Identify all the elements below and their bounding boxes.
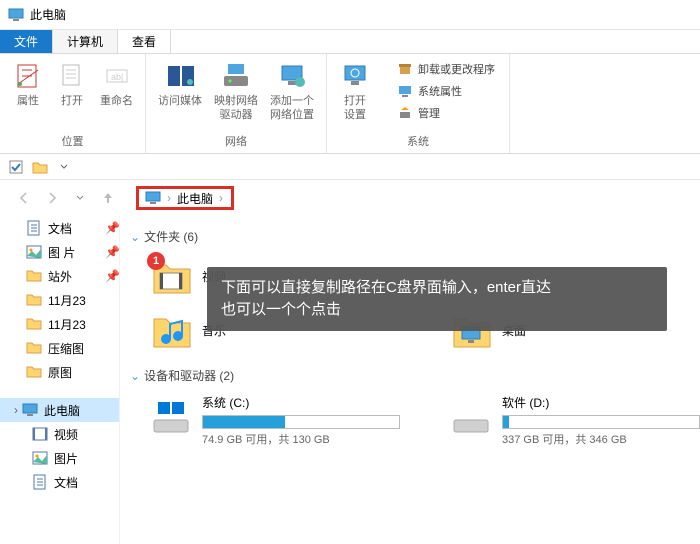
drive-space: 74.9 GB 可用，共 130 GB: [202, 431, 400, 447]
pic-icon: [26, 244, 42, 260]
ribbon-group-system: 打开 设置 卸载或更改程序 系统属性 管理 系统: [327, 54, 510, 153]
expand-icon[interactable]: ›: [14, 403, 18, 417]
access-media-button[interactable]: 访问媒体: [152, 58, 208, 133]
drive-space: 337 GB 可用，共 346 GB: [502, 431, 700, 447]
uninstall-programs-button[interactable]: 卸载或更改程序: [391, 58, 501, 80]
media-server-icon: [164, 60, 196, 92]
drive-icon: [450, 394, 492, 436]
system-props-icon: [397, 83, 413, 99]
pic-icon: [32, 450, 48, 466]
ribbon-group-location: 属性 打开 ab| 重命名 位置: [0, 54, 146, 153]
chevron-right-icon[interactable]: ›: [217, 191, 225, 205]
folder-icon: [26, 268, 42, 284]
doc-icon: [26, 220, 42, 236]
quick-access-toolbar: [0, 154, 700, 180]
pin-icon: 📌: [105, 221, 115, 235]
drive-name: 系统 (C:): [202, 394, 400, 411]
ribbon-group-label: 系统: [327, 133, 509, 153]
drive-c[interactable]: 系统 (C:) 74.9 GB 可用，共 130 GB: [150, 388, 400, 453]
network-location-icon: [276, 60, 308, 92]
system-properties-button[interactable]: 系统属性: [391, 80, 501, 102]
badge: 1: [147, 252, 165, 270]
doc-icon: [32, 474, 48, 490]
tab-view[interactable]: 查看: [118, 30, 171, 53]
ribbon-group-label: 位置: [0, 133, 145, 153]
sidebar-item-pictures[interactable]: 图片: [0, 446, 119, 470]
drive-d[interactable]: 软件 (D:) 337 GB 可用，共 346 GB: [450, 388, 700, 453]
uninstall-icon: [397, 61, 413, 77]
window-title: 此电脑: [30, 6, 66, 23]
section-folders-header[interactable]: ⌄ 文件夹 (6): [130, 224, 700, 249]
pin-icon: 📌: [105, 269, 115, 283]
sidebar-item[interactable]: 站外📌: [0, 264, 119, 288]
instruction-tooltip: 下面可以直接复制路径在C盘界面输入，enter直达 也可以一个个点击: [207, 267, 667, 331]
sidebar-item[interactable]: 压缩图: [0, 336, 119, 360]
qat-checkbox[interactable]: [6, 157, 26, 177]
properties-button[interactable]: 属性: [6, 58, 50, 133]
sidebar-item[interactable]: 11月23: [0, 288, 119, 312]
settings-icon: [339, 60, 371, 92]
usage-bar: [202, 415, 400, 429]
map-drive-button[interactable]: 映射网络 驱动器: [208, 58, 264, 133]
music-folder-icon: [150, 309, 192, 351]
thispc-icon: [145, 190, 161, 206]
usage-bar: [502, 415, 700, 429]
sidebar-item-thispc[interactable]: ›此电脑: [0, 398, 119, 422]
folder-icon: [26, 292, 42, 308]
drive-name: 软件 (D:): [502, 394, 700, 411]
sidebar-item-documents[interactable]: 文档📌: [0, 216, 119, 240]
ribbon-group-label: 网络: [146, 133, 326, 153]
thispc-icon: [22, 402, 38, 418]
breadcrumb-part[interactable]: 此电脑: [173, 190, 217, 207]
rename-button[interactable]: ab| 重命名: [94, 58, 139, 133]
add-network-location-button[interactable]: 添加一个 网络位置: [264, 58, 320, 133]
titlebar: 此电脑: [0, 0, 700, 30]
folder-icon: [26, 364, 42, 380]
chevron-right-icon[interactable]: ›: [165, 191, 173, 205]
thispc-icon: [8, 7, 24, 23]
manage-icon: [397, 105, 413, 121]
sidebar: 文档📌 图 片📌 站外📌 11月23 11月23 压缩图 原图 ›此电脑 视频 …: [0, 216, 120, 544]
map-drive-icon: [220, 60, 252, 92]
ribbon-tabs: 文件 计算机 查看: [0, 30, 700, 54]
open-icon: [56, 60, 88, 92]
content-area: ⌄ 文件夹 (6) 1 视频 音乐 桌面 ⌄ 设: [120, 216, 700, 544]
sidebar-item-documents[interactable]: 文档: [0, 470, 119, 494]
recent-dropdown-icon[interactable]: [68, 186, 92, 210]
properties-icon: [12, 60, 44, 92]
rename-icon: ab|: [101, 60, 133, 92]
section-drives-header[interactable]: ⌄ 设备和驱动器 (2): [130, 363, 700, 388]
breadcrumb[interactable]: › 此电脑 ›: [136, 186, 234, 210]
svg-text:ab|: ab|: [111, 72, 123, 82]
folder-icon: [26, 316, 42, 332]
sidebar-item[interactable]: 11月23: [0, 312, 119, 336]
video-icon: [32, 426, 48, 442]
up-button[interactable]: [96, 186, 120, 210]
sidebar-item-pictures[interactable]: 图 片📌: [0, 240, 119, 264]
back-button[interactable]: [12, 186, 36, 210]
collapse-icon[interactable]: ⌄: [130, 369, 140, 383]
video-folder-icon: 1: [150, 255, 192, 297]
qat-dropdown-icon[interactable]: [54, 157, 74, 177]
forward-button[interactable]: [40, 186, 64, 210]
pin-icon: 📌: [105, 245, 115, 259]
tab-computer[interactable]: 计算机: [53, 30, 118, 53]
open-settings-button[interactable]: 打开 设置: [333, 58, 377, 133]
drive-icon: [150, 394, 192, 436]
qat-folder-icon[interactable]: [30, 157, 50, 177]
sidebar-item-videos[interactable]: 视频: [0, 422, 119, 446]
folder-icon: [26, 340, 42, 356]
ribbon: 属性 打开 ab| 重命名 位置 访问媒体 映射网络 驱动器: [0, 54, 700, 154]
navbar: › 此电脑 ›: [0, 180, 700, 216]
manage-button[interactable]: 管理: [391, 102, 501, 124]
collapse-icon[interactable]: ⌄: [130, 230, 140, 244]
open-button[interactable]: 打开: [50, 58, 94, 133]
ribbon-group-network: 访问媒体 映射网络 驱动器 添加一个 网络位置 网络: [146, 54, 327, 153]
sidebar-item[interactable]: 原图: [0, 360, 119, 384]
body: 文档📌 图 片📌 站外📌 11月23 11月23 压缩图 原图 ›此电脑 视频 …: [0, 216, 700, 544]
tab-file[interactable]: 文件: [0, 30, 53, 53]
